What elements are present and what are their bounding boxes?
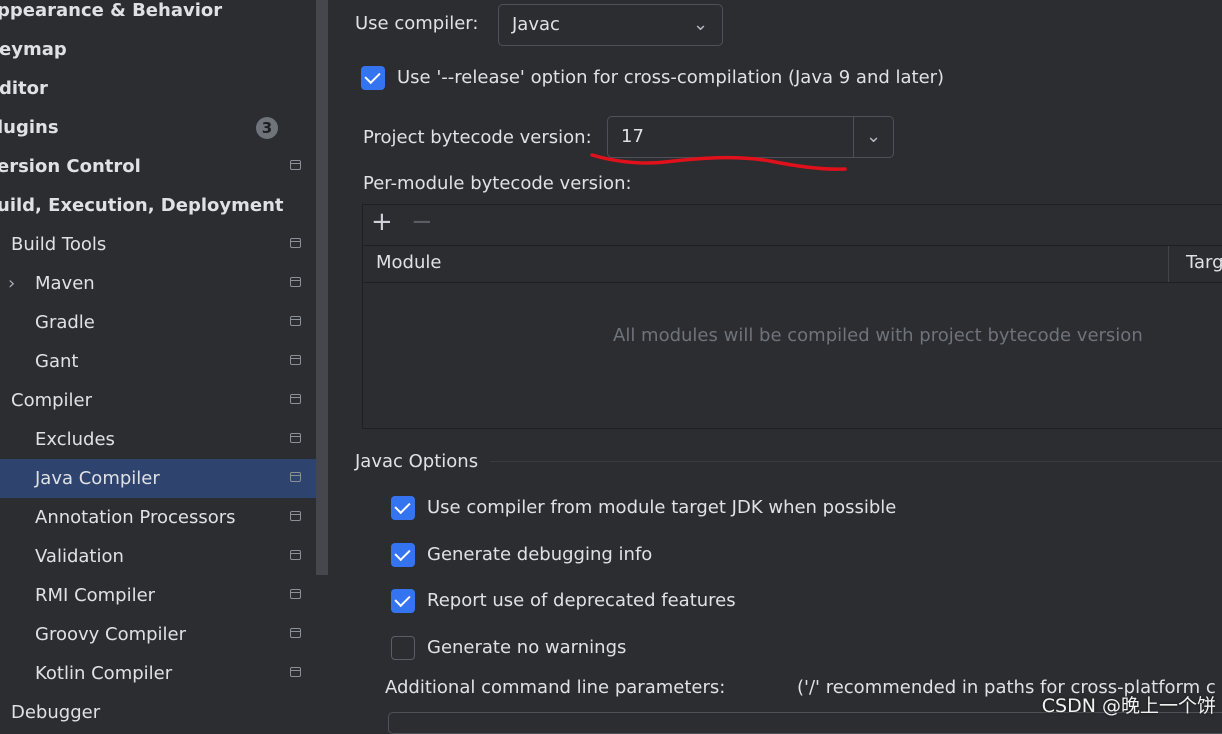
remove-icon[interactable]: −	[411, 207, 433, 237]
tree-item-label: uild, Execution, Deployment	[0, 195, 284, 216]
add-icon[interactable]: +	[371, 207, 393, 237]
tree-item-label: Kotlin Compiler	[35, 663, 173, 684]
plugins-update-badge: 3	[256, 117, 278, 139]
tree-item-plugins[interactable]: lugins 3	[0, 108, 316, 147]
tree-item-label: RMI Compiler	[35, 585, 156, 606]
project-level-icon	[290, 667, 301, 677]
javac-options-title: Javac Options	[355, 451, 479, 472]
bytecode-version-label: Project bytecode version:	[363, 127, 592, 148]
deprecated-features-label: Report use of deprecated features	[427, 590, 736, 611]
tree-item-label: Groovy Compiler	[35, 624, 187, 645]
tree-item-appearance-behavior[interactable]: ppearance & Behavior	[0, 0, 316, 30]
table-toolbar: + −	[363, 205, 1222, 243]
tree-item-groovy-compiler[interactable]: Groovy Compiler	[0, 615, 316, 654]
release-option-label: Use '--release' option for cross-compila…	[397, 67, 945, 88]
per-module-label: Per-module bytecode version:	[363, 173, 632, 194]
tree-item-excludes[interactable]: Excludes	[0, 420, 316, 459]
deprecated-features-checkbox[interactable]	[391, 589, 415, 613]
tree-item-gant[interactable]: Gant	[0, 342, 316, 381]
debugging-info-checkbox[interactable]	[391, 543, 415, 567]
debugging-info-label: Generate debugging info	[427, 544, 653, 565]
release-option-checkbox[interactable]	[361, 66, 385, 90]
chevron-down-icon: ⌄	[866, 126, 882, 147]
column-module[interactable]: Module	[376, 252, 441, 273]
tree-item-gradle[interactable]: Gradle	[0, 303, 316, 342]
use-target-jdk-label: Use compiler from module target JDK when…	[427, 497, 897, 518]
project-level-icon	[290, 160, 301, 170]
project-level-icon	[290, 238, 301, 248]
tree-item-label: Excludes	[35, 429, 115, 450]
use-compiler-label: Use compiler:	[355, 13, 479, 34]
bytecode-version-value: 17	[621, 126, 644, 147]
table-empty-text: All modules will be compiled with projec…	[613, 325, 1143, 346]
no-warnings-label: Generate no warnings	[427, 637, 627, 658]
project-level-icon	[290, 472, 301, 482]
tree-item-version-control[interactable]: ersion Control	[0, 147, 316, 186]
project-level-icon	[290, 277, 301, 287]
table-header: Module Targ	[363, 245, 1222, 283]
tree-item-rmi-compiler[interactable]: RMI Compiler	[0, 576, 316, 615]
tree-item-maven[interactable]: › Maven	[0, 264, 316, 303]
tree-item-label: Maven	[35, 273, 95, 294]
combo-separator	[853, 117, 854, 157]
tree-item-label: ditor	[0, 78, 48, 99]
column-separator[interactable]	[1168, 246, 1169, 282]
use-target-jdk-checkbox[interactable]	[391, 496, 415, 520]
tree-item-java-compiler[interactable]: Java Compiler	[0, 459, 328, 498]
tree-item-debugger[interactable]: Debugger	[0, 693, 316, 732]
sidebar-scrollbar[interactable]	[316, 0, 328, 575]
tree-item-label: Compiler	[11, 390, 93, 411]
tree-item-build-execution-deployment[interactable]: uild, Execution, Deployment	[0, 186, 316, 225]
column-target[interactable]: Targ	[1186, 252, 1222, 273]
project-level-icon	[290, 589, 301, 599]
project-level-icon	[290, 511, 301, 521]
tree-item-kotlin-compiler[interactable]: Kotlin Compiler	[0, 654, 316, 693]
section-divider	[490, 461, 1222, 462]
tree-item-label: Gradle	[35, 312, 95, 333]
tree-item-validation[interactable]: Validation	[0, 537, 316, 576]
compiler-select[interactable]: Javac ⌄	[498, 4, 723, 46]
tree-item-label: Validation	[35, 546, 124, 567]
project-level-icon	[290, 355, 301, 365]
bytecode-version-select[interactable]: 17 ⌄	[607, 116, 894, 158]
tree-item-label: Java Compiler	[35, 468, 160, 489]
tree-item-label: Annotation Processors	[35, 507, 236, 528]
tree-item-build-tools[interactable]: Build Tools	[0, 225, 316, 264]
tree-item-compiler[interactable]: Compiler	[0, 381, 316, 420]
tree-item-label: eymap	[0, 39, 67, 60]
tree-item-editor[interactable]: ditor	[0, 69, 316, 108]
project-level-icon	[290, 394, 301, 404]
chevron-right-icon[interactable]: ›	[8, 264, 15, 303]
tree-item-label: ersion Control	[0, 156, 141, 177]
tree-item-keymap[interactable]: eymap	[0, 30, 316, 69]
project-level-icon	[290, 316, 301, 326]
tree-item-annotation-processors[interactable]: Annotation Processors	[0, 498, 316, 537]
watermark: CSDN @晚上一个饼	[1041, 695, 1216, 717]
chevron-down-icon: ⌄	[693, 14, 709, 35]
tree-item-label: Debugger	[11, 702, 101, 723]
project-level-icon	[290, 550, 301, 560]
compiler-select-value: Javac	[512, 14, 560, 35]
project-level-icon	[290, 433, 301, 443]
settings-tree: ppearance & Behavior eymap ditor lugins …	[0, 0, 328, 724]
tree-item-label: ppearance & Behavior	[0, 0, 223, 21]
project-level-icon	[290, 628, 301, 638]
java-compiler-settings-panel: Use compiler: Javac ⌄ Use '--release' op…	[328, 0, 1222, 734]
cmd-params-label: Additional command line parameters:	[385, 677, 726, 698]
tree-item-label: lugins	[0, 117, 59, 138]
no-warnings-checkbox[interactable]	[391, 636, 415, 660]
tree-item-label: Gant	[35, 351, 79, 372]
per-module-table: + − Module Targ All modules will be comp…	[362, 204, 1222, 429]
tree-item-label: Build Tools	[11, 234, 107, 255]
